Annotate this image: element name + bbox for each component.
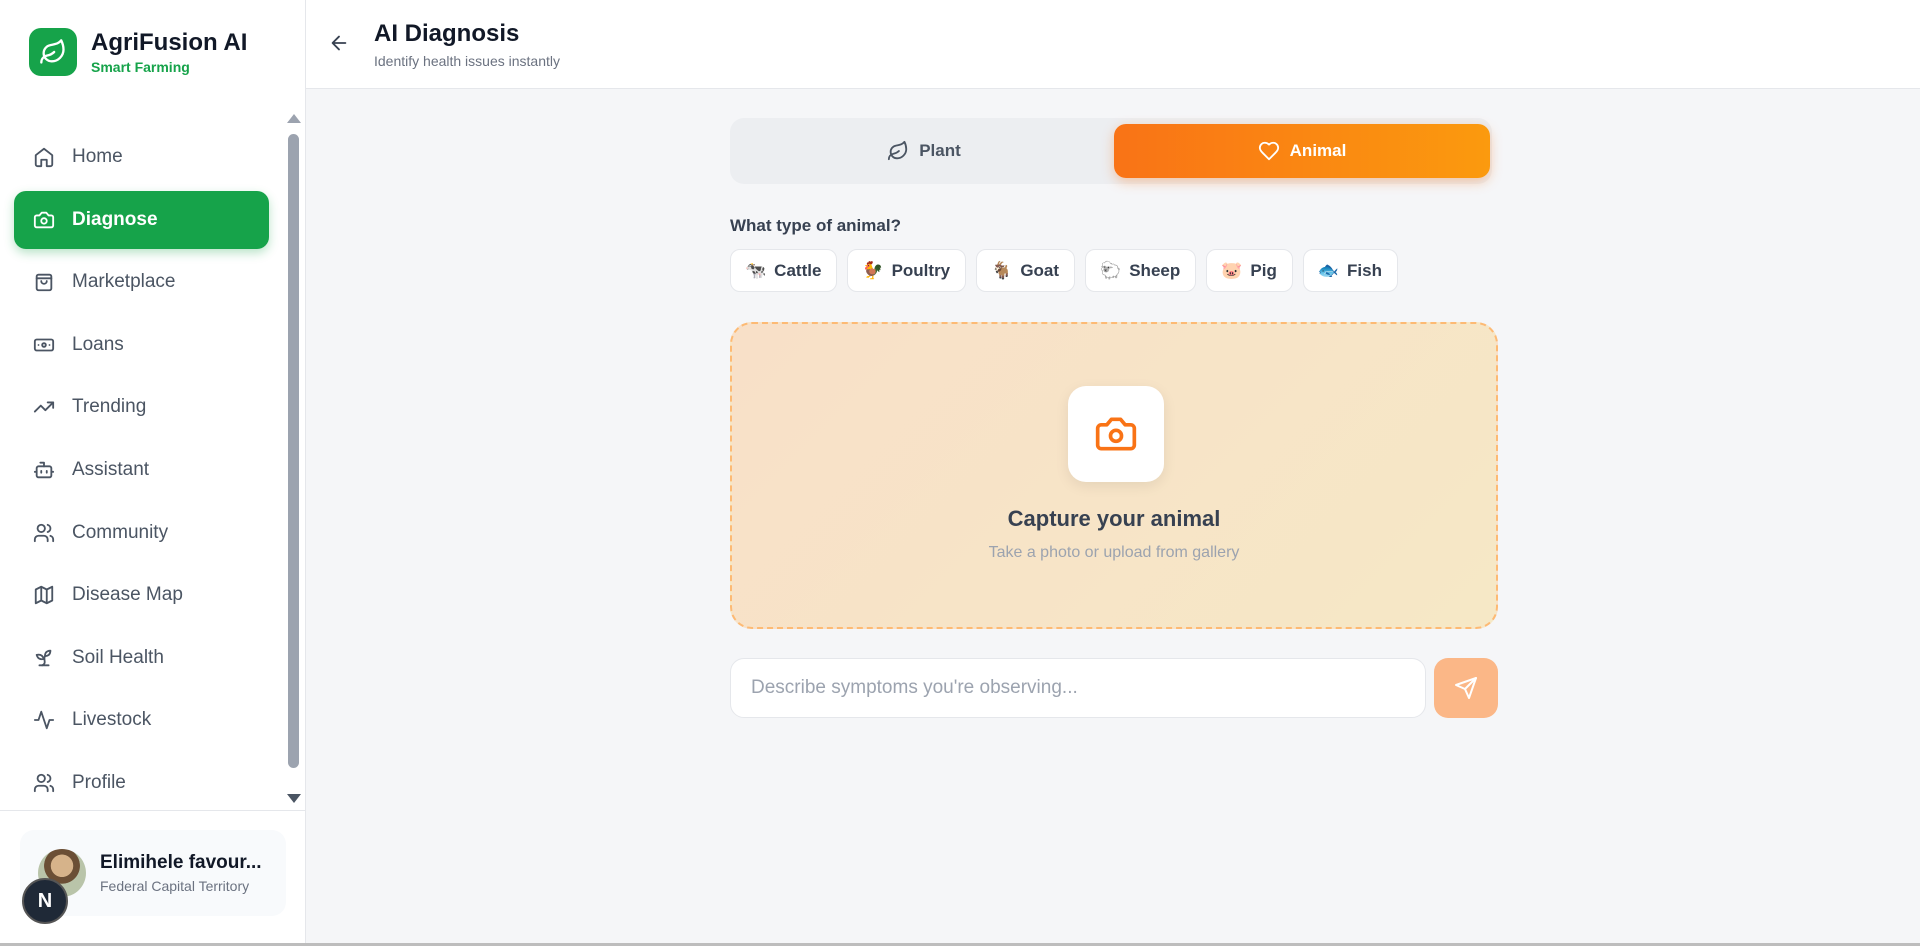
sidebar-item-label: Trending <box>72 396 147 418</box>
sidebar-item-label: Soil Health <box>72 646 164 668</box>
sheep-icon: 🐑 <box>1100 260 1122 281</box>
sidebar-item-label: Marketplace <box>72 271 176 293</box>
arrow-left-icon <box>331 35 347 51</box>
scroll-up-arrow[interactable] <box>287 114 301 123</box>
bot-icon <box>32 458 56 482</box>
animal-tab-label: Animal <box>1289 141 1347 160</box>
chip-label: Goat <box>1020 260 1060 280</box>
chip-label: Poultry <box>891 260 951 280</box>
animal-chip-goat[interactable]: 🐐 Goat <box>976 249 1076 292</box>
trending-up-icon <box>32 395 56 419</box>
sidebar-item-trending[interactable]: Trending <box>14 378 269 436</box>
send-icon <box>1455 677 1477 699</box>
sidebar-item-soil-health[interactable]: Soil Health <box>14 629 269 687</box>
sidebar-item-label: Home <box>72 146 123 167</box>
user-name: Elimihele favour... <box>100 852 262 873</box>
goat-icon: 🐐 <box>991 260 1013 281</box>
heart-icon <box>1258 141 1279 161</box>
animal-chip-poultry[interactable]: 🐓 Poultry <box>847 249 967 292</box>
animal-chip-fish[interactable]: 🐟 Fish <box>1302 249 1398 292</box>
sidebar-item-home[interactable]: Home <box>14 128 269 186</box>
brand[interactable]: AgriFusion AI Smart Farming <box>29 28 247 76</box>
sidebar-item-label: Profile <box>72 771 126 793</box>
scroll-down-arrow[interactable] <box>287 794 301 803</box>
symptoms-input[interactable] <box>730 658 1426 718</box>
cow-icon: 🐄 <box>745 260 767 281</box>
capture-title: Capture your animal <box>1007 506 1221 531</box>
sprout-icon <box>32 646 56 670</box>
page-title: AI Diagnosis <box>374 20 520 47</box>
sidebar-item-disease-map[interactable]: Disease Map <box>14 566 269 624</box>
sidebar-item-label: Community <box>72 521 169 543</box>
sidebar-item-livestock[interactable]: Livestock <box>14 691 269 749</box>
chip-label: Cattle <box>774 260 822 280</box>
sidebar-divider <box>0 810 306 811</box>
animal-tab[interactable]: Animal <box>1114 124 1490 178</box>
camera-button[interactable] <box>1068 386 1164 482</box>
camera-icon <box>1095 417 1137 451</box>
brand-tagline: Smart Farming <box>91 59 190 75</box>
back-button[interactable] <box>326 30 352 56</box>
chip-label: Sheep <box>1129 260 1181 280</box>
camera-icon <box>32 208 56 232</box>
sidebar-nav: Home Diagnose Marketplace Loans Trending <box>14 128 269 817</box>
plant-tab-label: Plant <box>919 141 961 160</box>
user-location: Federal Capital Territory <box>100 878 250 894</box>
leaf-icon <box>29 28 77 76</box>
capture-subtitle: Take a photo or upload from gallery <box>988 544 1240 561</box>
sidebar-item-label: Diagnose <box>72 208 158 230</box>
sidebar-item-profile[interactable]: Profile <box>14 754 269 812</box>
sidebar: AgriFusion AI Smart Farming Home Diagnos… <box>0 0 306 946</box>
capture-dropzone[interactable]: Capture your animal Take a photo or uplo… <box>730 322 1498 629</box>
chip-label: Fish <box>1347 260 1382 280</box>
map-icon <box>32 583 56 607</box>
rooster-icon: 🐓 <box>862 260 884 281</box>
users-icon <box>32 521 56 545</box>
diagnosis-type-toggle: Plant Animal <box>730 118 1492 184</box>
sidebar-item-label: Loans <box>72 333 124 355</box>
leaf-icon <box>888 140 908 161</box>
sidebar-item-diagnose[interactable]: Diagnose <box>14 190 269 249</box>
sidebar-item-assistant[interactable]: Assistant <box>14 441 269 499</box>
sidebar-item-marketplace[interactable]: Marketplace <box>14 253 269 311</box>
sidebar-item-loans[interactable]: Loans <box>14 316 269 374</box>
animal-chip-cattle[interactable]: 🐄 Cattle <box>730 249 838 292</box>
plant-tab[interactable]: Plant <box>736 124 1112 178</box>
sidebar-item-label: Disease Map <box>72 584 183 606</box>
sidebar-item-community[interactable]: Community <box>14 504 269 562</box>
sidebar-item-label: Livestock <box>72 709 152 731</box>
activity-icon <box>32 708 56 732</box>
pig-icon: 🐷 <box>1221 260 1243 281</box>
animal-type-options: 🐄 Cattle 🐓 Poultry 🐐 Goat 🐑 Sheep 🐷 Pig … <box>730 249 1408 292</box>
shopping-bag-icon <box>32 270 56 294</box>
chip-label: Pig <box>1250 260 1277 280</box>
page-header: AI Diagnosis Identify health issues inst… <box>306 0 1920 89</box>
sidebar-scrollbar-thumb[interactable] <box>288 134 299 768</box>
page-subtitle: Identify health issues instantly <box>374 53 560 69</box>
brand-name: AgriFusion AI <box>91 29 248 56</box>
send-button[interactable] <box>1434 658 1498 718</box>
sidebar-item-label: Assistant <box>72 458 150 480</box>
animal-type-question: What type of animal? <box>730 216 901 235</box>
users-icon <box>32 771 56 795</box>
fish-icon: 🐟 <box>1317 260 1340 281</box>
animal-chip-sheep[interactable]: 🐑 Sheep <box>1085 249 1197 292</box>
dev-tools-badge[interactable]: N <box>22 878 68 924</box>
animal-chip-pig[interactable]: 🐷 Pig <box>1206 249 1293 292</box>
banknote-icon <box>32 333 56 357</box>
home-icon <box>32 145 56 169</box>
